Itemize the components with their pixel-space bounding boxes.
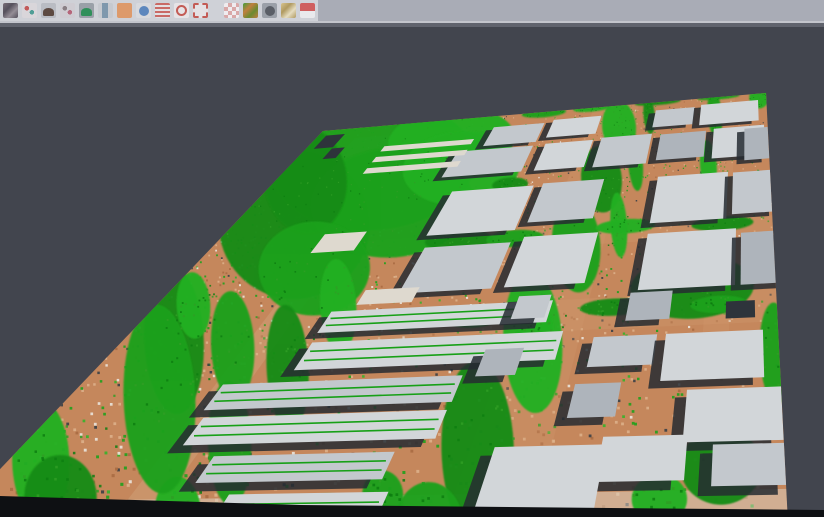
globe-circle-shape [139,6,149,16]
pick-point-icon[interactable] [60,3,75,18]
checkerboard-icon[interactable] [224,3,239,18]
flag-icon[interactable] [300,3,315,18]
terrain-icon[interactable] [79,3,94,18]
target-icon[interactable] [174,3,189,18]
application-window [0,0,824,517]
dem-icon[interactable] [41,3,56,18]
align-icon[interactable] [22,3,37,18]
toolbar-shadow-line [0,23,824,27]
profile-icon[interactable] [98,3,113,18]
toolbar-icon-group [0,0,318,21]
classified-point-cloud-scene [0,0,824,517]
classification-icon[interactable] [243,3,258,18]
selection-box-icon[interactable] [193,3,208,18]
sphere-icon[interactable] [262,3,277,18]
toolbar-separator [212,3,220,18]
dem-hill-shape [43,8,54,16]
terrain-hill-shape [81,8,92,16]
toolbar [0,0,824,21]
open-file-icon[interactable] [3,3,18,18]
texture-icon[interactable] [281,3,296,18]
3d-viewport[interactable] [0,0,824,517]
target-ring-shape [176,5,187,16]
layer-stack-icon[interactable] [155,3,170,18]
sphere-circle-shape [265,6,275,16]
globe-icon[interactable] [136,3,151,18]
ortho-image-icon[interactable] [117,3,132,18]
